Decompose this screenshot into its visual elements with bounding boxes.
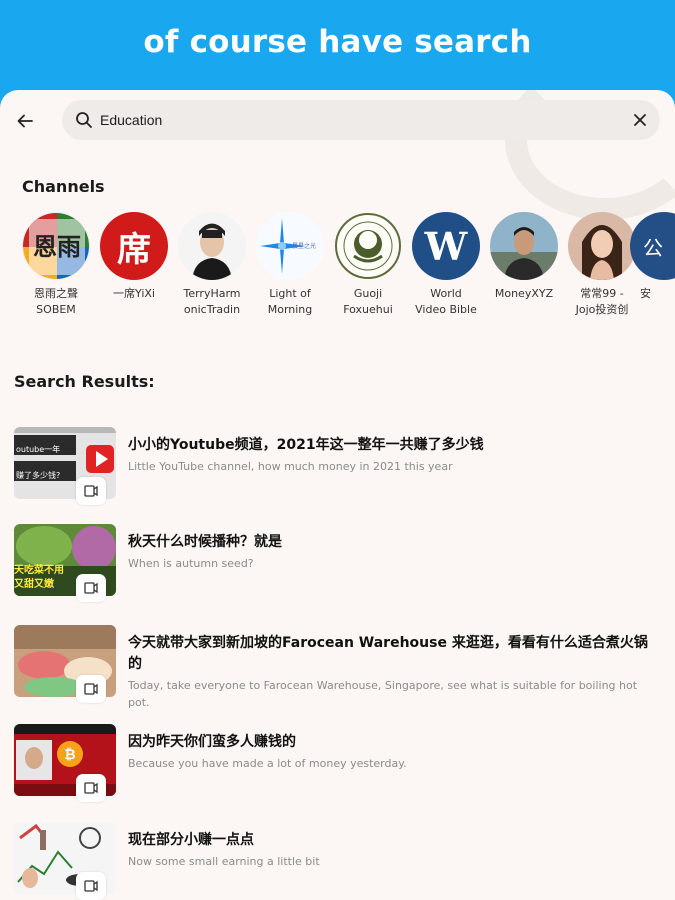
- result-item[interactable]: 天吃菜不用 又甜又嫩 秋天什么时候播种？就是 When is autumn se…: [14, 524, 664, 608]
- channels-list: 恩雨 恩雨之聲 SOBEM 席 一席YiXi TerryHarm onicTra…: [22, 212, 675, 322]
- channel-name: 安: [640, 287, 651, 300]
- video-badge: [76, 477, 106, 505]
- channel-item[interactable]: TerryHarm onicTradin: [178, 212, 246, 318]
- result-title: 小小的Youtube频道，2021年这一整年一共赚了多少钱: [128, 437, 484, 453]
- result-item[interactable]: ₿ 因为昨天你们蛮多人赚钱的 Because you have made a l…: [14, 724, 664, 808]
- back-button[interactable]: [8, 104, 42, 138]
- svg-text:恩雨: 恩雨: [33, 233, 81, 261]
- thumbnail-caption: outube一年 赚了多少钱?: [16, 445, 61, 480]
- channel-item[interactable]: 公 安: [630, 212, 675, 318]
- result-title: 现在部分小赚一点点: [128, 832, 254, 848]
- channel-name: World Video Bible: [415, 287, 477, 316]
- result-subtitle: Today, take everyone to Farocean Warehou…: [128, 679, 638, 709]
- video-badge: [76, 574, 106, 602]
- video-badge: [76, 675, 106, 703]
- close-icon[interactable]: [630, 110, 650, 130]
- channel-name: Light of Morning: [267, 287, 313, 316]
- video-list-icon: [84, 880, 98, 892]
- channel-name: TerryHarm onicTradin: [183, 287, 241, 316]
- channel-name: Guoji Foxuehui: [343, 287, 393, 316]
- result-title: 因为昨天你们蛮多人赚钱的: [128, 734, 296, 750]
- channel-item[interactable]: 晨星之光 Light of Morning: [256, 212, 324, 318]
- channel-item[interactable]: 恩雨 恩雨之聲 SOBEM: [22, 212, 90, 318]
- svg-text:₿: ₿: [64, 747, 75, 763]
- video-list-icon: [84, 582, 98, 594]
- video-badge: [76, 872, 106, 900]
- result-subtitle: When is autumn seed?: [128, 557, 254, 570]
- banner-title: of course have search: [143, 24, 532, 60]
- search-bar[interactable]: [62, 100, 660, 140]
- person-photo-icon: [490, 212, 558, 280]
- result-title: 今天就带大家到新加坡的Farocean Warehouse 来逛逛，看看有什么适…: [128, 635, 648, 672]
- channel-item[interactable]: W World Video Bible: [412, 212, 480, 318]
- video-list-icon: [84, 782, 98, 794]
- channel-name: MoneyXYZ: [494, 287, 554, 300]
- channel-name: 一席YiXi: [113, 287, 155, 300]
- blue-logo-text: 公: [643, 235, 663, 260]
- blue-logo-icon: 公: [630, 212, 675, 280]
- result-title: 秋天什么时候播种？就是: [128, 534, 282, 550]
- seal-logo-icon: [334, 212, 402, 280]
- search-screen: Channels 恩雨 恩雨之聲 SOBEM 席 一席YiXi: [0, 90, 675, 900]
- w-logo-icon: W: [412, 212, 480, 280]
- result-subtitle: Little YouTube channel, how much money i…: [128, 460, 453, 473]
- channel-item[interactable]: MoneyXYZ: [490, 212, 558, 318]
- sobem-logo-icon: 恩雨: [22, 212, 90, 280]
- channel-item[interactable]: 席 一席YiXi: [100, 212, 168, 318]
- video-list-icon: [84, 683, 98, 695]
- star-logo-icon: 晨星之光: [256, 212, 324, 280]
- results-heading: Search Results:: [14, 372, 155, 391]
- yixi-logo-icon: 席: [100, 212, 168, 280]
- video-list-icon: [84, 485, 98, 497]
- search-input[interactable]: [100, 100, 620, 140]
- result-subtitle: Now some small earning a little bit: [128, 855, 320, 868]
- w-logo-text: W: [424, 223, 468, 269]
- yixi-logo-text: 席: [117, 229, 151, 270]
- result-subtitle: Because you have made a lot of money yes…: [128, 757, 407, 770]
- result-item[interactable]: 今天就带大家到新加坡的Farocean Warehouse 来逛逛，看看有什么适…: [14, 625, 664, 725]
- person-photo-icon: [568, 212, 636, 280]
- search-icon: [76, 112, 92, 128]
- channels-heading: Channels: [22, 177, 105, 196]
- arrow-left-icon: [17, 114, 33, 128]
- channel-item[interactable]: Guoji Foxuehui: [334, 212, 402, 318]
- svg-text:晨星之光: 晨星之光: [292, 242, 316, 250]
- result-item[interactable]: outube一年 赚了多少钱? 小小的Youtube频道，2021年这一整年一共…: [14, 427, 664, 511]
- video-badge: [76, 774, 106, 802]
- channel-name: 恩雨之聲 SOBEM: [34, 287, 78, 316]
- result-item[interactable]: 现在部分小赚一点点 Now some small earning a littl…: [14, 822, 664, 900]
- person-photo-icon: [178, 212, 246, 280]
